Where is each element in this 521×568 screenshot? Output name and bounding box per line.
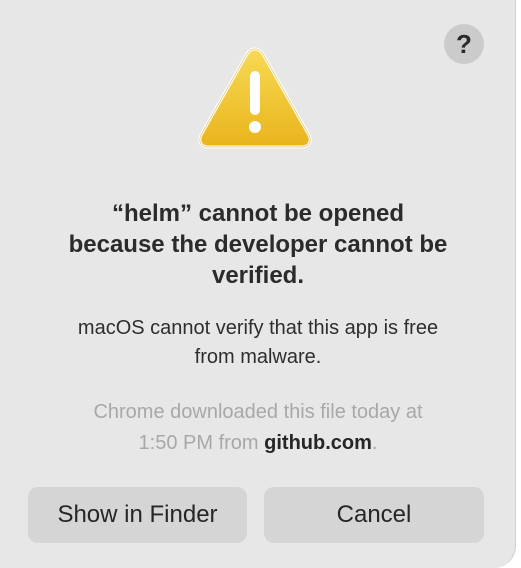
source-line: 1:50 PM from github.com. <box>20 428 496 459</box>
show-in-finder-label: Show in Finder <box>57 501 218 528</box>
alert-dialog: ? “helm” cannot be opened because the de… <box>0 0 516 568</box>
source-domain: github.com <box>264 432 372 454</box>
source-time: 1:50 PM from <box>138 432 265 454</box>
message-line: macOS cannot verify that this app is fre… <box>77 317 439 339</box>
cancel-label: Cancel <box>336 501 412 528</box>
dialog-message: macOS cannot verify that this app is fre… <box>20 314 496 372</box>
source-line: Chrome downloaded this file today at <box>93 401 423 423</box>
dialog-title: “helm” cannot be opened because the deve… <box>20 198 496 291</box>
title-line: verified. <box>211 262 305 289</box>
help-button[interactable]: ? <box>444 24 484 64</box>
title-line: “helm” cannot be opened <box>111 200 405 227</box>
warning-triangle-icon <box>198 47 312 149</box>
cancel-button[interactable]: Cancel <box>264 487 484 543</box>
title-line: because the developer cannot be <box>68 231 448 258</box>
message-line: from malware. <box>194 346 322 368</box>
help-button-label: ? <box>456 28 472 59</box>
source-period: . <box>371 432 378 454</box>
show-in-finder-button[interactable]: Show in Finder <box>28 487 247 543</box>
download-source-info: Chrome downloaded this file today at 1:5… <box>20 397 496 459</box>
